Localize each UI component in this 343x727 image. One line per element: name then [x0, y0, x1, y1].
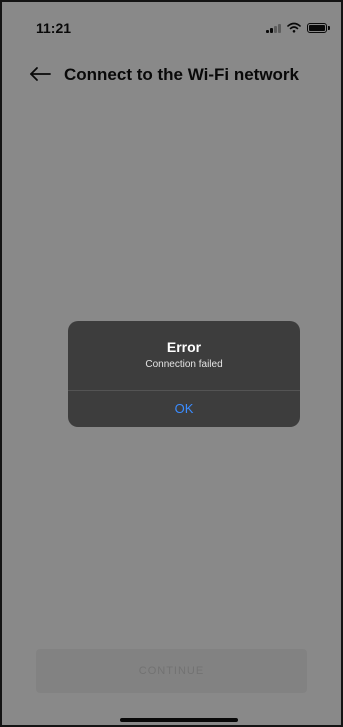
alert-message: Connection failed	[145, 359, 223, 370]
phone-frame: 11:21 Connect to the Wi-Fi network CONTI…	[0, 0, 343, 727]
app-screen: 11:21 Connect to the Wi-Fi network CONTI…	[2, 2, 341, 725]
error-alert-dialog: Error Connection failed OK	[68, 321, 300, 427]
alert-title: Error	[166, 339, 202, 355]
ok-button[interactable]: OK	[68, 391, 300, 427]
